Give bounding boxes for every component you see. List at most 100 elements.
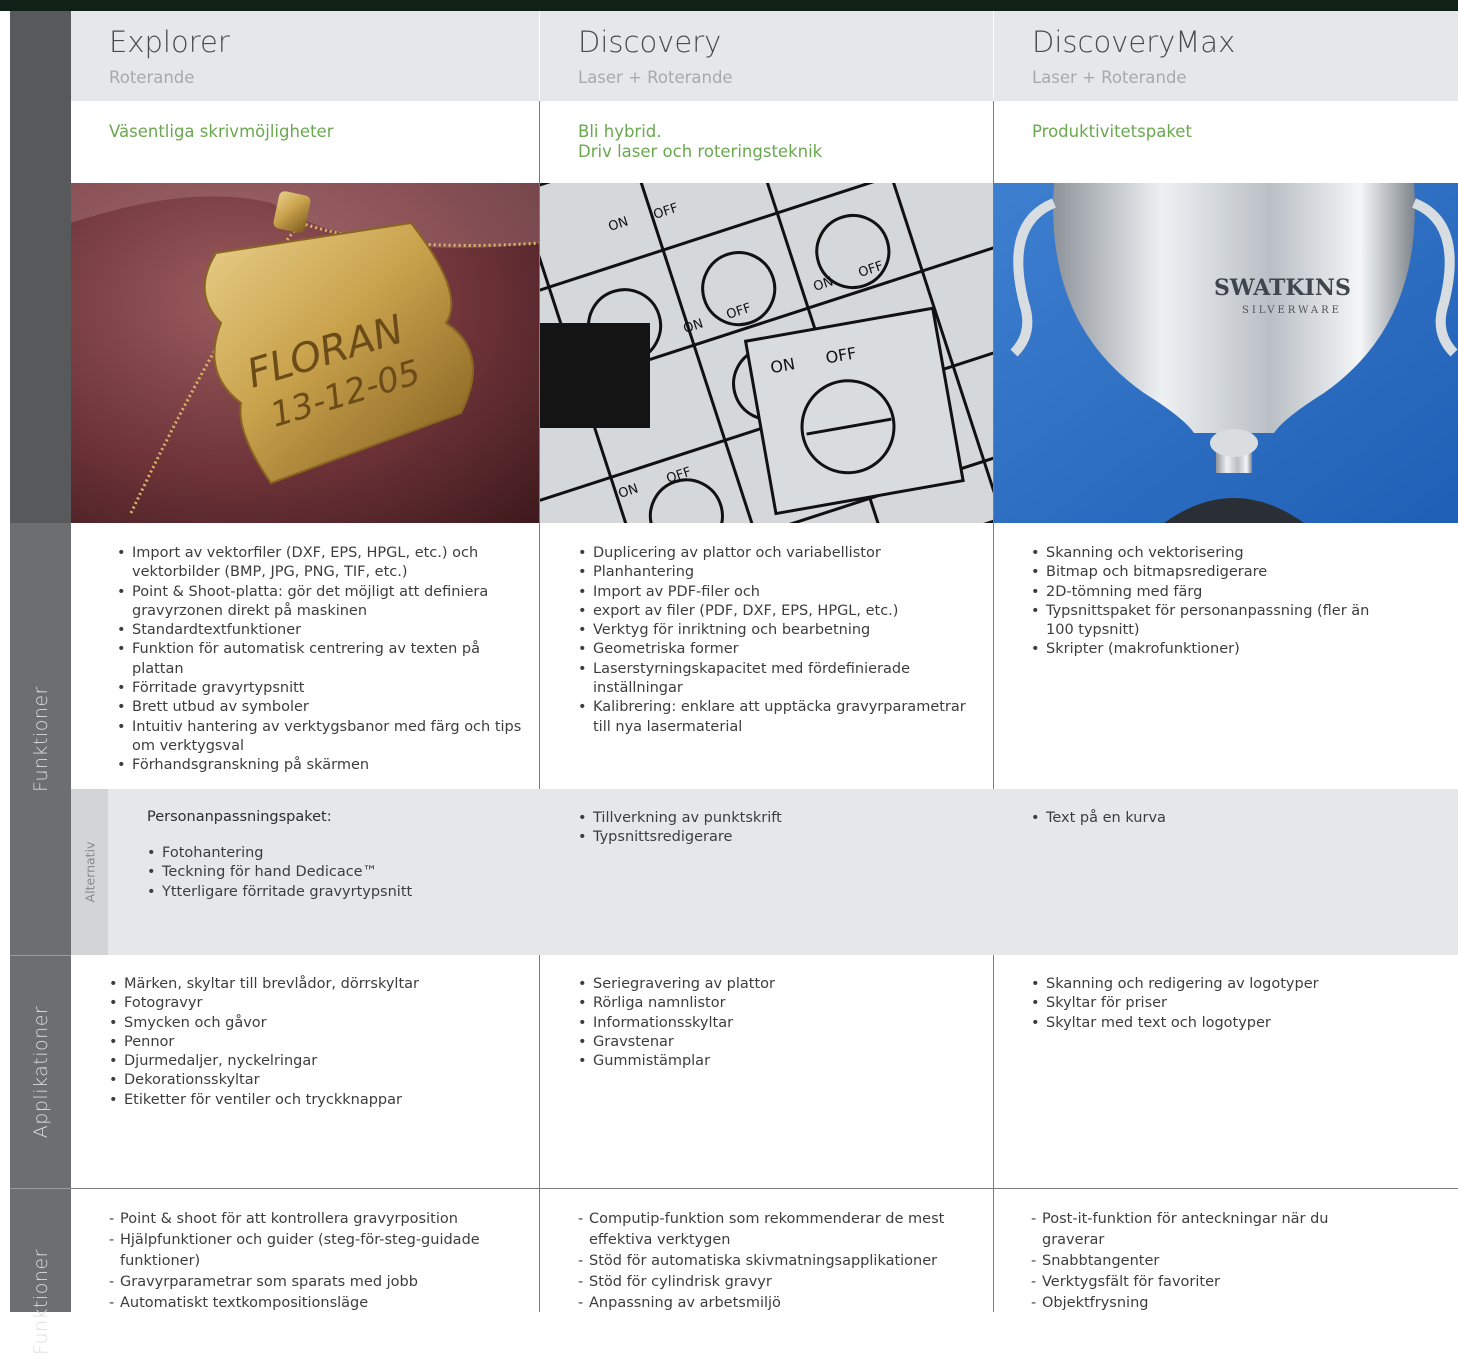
list-item: Kalibrering: enklare att upptäcka gravyr… (578, 698, 973, 737)
product-name: Discovery (578, 25, 722, 59)
list-item: Funktion för automatisk centrering av te… (117, 640, 522, 679)
sidebar-header-block (10, 11, 71, 523)
list-item: Import av PDF-filer och (578, 583, 973, 603)
section-label-bottom: Funktioner (29, 1249, 52, 1355)
list-item: 2D-tömning med färg (1031, 583, 1381, 603)
list-item: Import av vektorfiler (DXF, EPS, HPGL, e… (117, 544, 522, 583)
list-item: Intuitiv hantering av verktygsbanor med … (117, 718, 522, 757)
applications-discoverymax: Skanning och redigering av logotyper Sky… (1031, 975, 1426, 1033)
list-item: Gravstenar (578, 1033, 973, 1053)
list-item: Typsnittsredigerare (578, 828, 973, 848)
product-subtitle: Laser + Roterande (578, 68, 733, 87)
list-item: Tillverkning av punktskrift (578, 809, 973, 829)
gold-tag-illustration: FLORAN 13-12-05 (71, 183, 540, 523)
tagline-line: Driv laser och roteringsteknik (578, 142, 823, 161)
tagline-discovery: Bli hybrid. Driv laser och roteringstekn… (540, 101, 994, 183)
list-item: Verktyg för inriktning och bearbetning (578, 621, 973, 641)
list-item: Skyltar med text och logotyper (1031, 1014, 1426, 1034)
list-item: Objektfrysning (1031, 1293, 1331, 1314)
extras-discovery: Computip-funktion som rekommenderar de m… (578, 1209, 973, 1314)
list-item: Fotogravyr (109, 994, 529, 1014)
list-item: Etiketter för ventiler och tryckknappar (109, 1091, 529, 1111)
list-item: Post-it-funktion för anteckningar när du… (1031, 1209, 1331, 1251)
list-item: Planhantering (578, 563, 973, 583)
list-item: Gravyrparametrar som sparats med jobb (109, 1272, 519, 1293)
sidebar-divider (10, 1188, 71, 1189)
left-margin (0, 11, 10, 1312)
sidebar-section-applikationer: Applikationer (10, 956, 71, 1188)
tagline-text: Bli hybrid. Driv laser och roteringstekn… (578, 122, 822, 162)
header-divider (993, 11, 994, 101)
list-item: Laserstyrningskapacitet med fördefiniera… (578, 660, 973, 699)
sidebar-section-funktioner: Funktioner (10, 523, 71, 955)
list-item: Pennor (109, 1033, 529, 1053)
extras-explorer: Point & shoot för att kontrollera gravyr… (109, 1209, 519, 1314)
options-explorer: Personanpassningspaket: Fotohantering Te… (147, 809, 527, 902)
options-discoverymax: Text på en kurva (1031, 809, 1426, 829)
list-item: Förritade gravyrtypsnitt (117, 679, 522, 699)
tagline-explorer: Väsentliga skrivmöjligheter (71, 101, 540, 183)
list-item: Ytterligare förritade gravyrtypsnitt (147, 883, 527, 903)
trophy-brand-subtext: SILVERWARE (1242, 305, 1342, 316)
list-item: Smycken och gåvor (109, 1014, 529, 1034)
silver-trophy-cup-photo: SWATKINS SILVERWARE (994, 183, 1458, 523)
tagline-text: Produktivitetspaket (1032, 122, 1192, 141)
list-item: Dekorationsskyltar (109, 1071, 529, 1091)
list-item: Stöd för automatiska skivmatningsapplika… (578, 1251, 973, 1272)
column-header-discovery: Discovery Laser + Roterande (540, 11, 994, 101)
section-divider (71, 1188, 1458, 1189)
list-item: Standardtextfunktioner (117, 621, 522, 641)
options-title: Personanpassningspaket: (147, 809, 332, 825)
trophy-illustration: SWATKINS SILVERWARE (994, 183, 1458, 523)
list-item: Point & Shoot-platta: gör det möjligt at… (117, 583, 522, 622)
list-item: Teckning för hand Dedicace™ (147, 863, 527, 883)
column-header-explorer: Explorer Roterande (71, 11, 540, 101)
list-item: Rörliga namnlistor (578, 994, 973, 1014)
list-item: Skripter (makrofunktioner) (1031, 640, 1381, 660)
list-item: Djurmedaljer, nyckelringar (109, 1052, 529, 1072)
column-divider (993, 101, 994, 1312)
list-item: Märken, skyltar till brevlådor, dörrskyl… (109, 975, 529, 995)
list-item: Point & shoot för att kontrollera gravyr… (109, 1209, 519, 1230)
list-item: Geometriska former (578, 640, 973, 660)
sidebar-divider (10, 955, 71, 956)
product-name: Explorer (109, 25, 230, 59)
applications-discovery: Seriegravering av plattor Rörliga namnli… (578, 975, 973, 1072)
list-item: Gummistämplar (578, 1052, 973, 1072)
tagline-discoverymax: Produktivitetspaket (994, 101, 1458, 183)
section-label-applikationer: Applikationer (29, 1005, 52, 1139)
list-item: Duplicering av plattor och variabellisto… (578, 544, 973, 564)
sidebar-section-bottom: Funktioner (10, 1189, 71, 1355)
list-item: Computip-funktion som rekommenderar de m… (578, 1209, 973, 1251)
tagline-text: Väsentliga skrivmöjligheter (109, 122, 334, 141)
on-off-engraved-panel-photo: ON OFF ON OFF ON OFF ON OFF ON OFF (540, 183, 994, 523)
engraved-gold-tag-photo: FLORAN 13-12-05 (71, 183, 540, 523)
list-item: Anpassning av arbetsmiljö (578, 1293, 973, 1314)
features-discoverymax: Skanning och vektorisering Bitmap och bi… (1031, 544, 1381, 660)
applications-explorer: Märken, skyltar till brevlådor, dörrskyl… (109, 975, 529, 1110)
list-item: Snabbtangenter (1031, 1251, 1331, 1272)
features-discovery: Duplicering av plattor och variabellisto… (578, 544, 973, 737)
options-label: Alternativ (82, 841, 97, 903)
list-item: Bitmap och bitmapsredigerare (1031, 563, 1381, 583)
list-item: Verktygsfält för favoriter (1031, 1272, 1331, 1293)
list-item: Brett utbud av symboler (117, 698, 522, 718)
list-item: Skanning och vektorisering (1031, 544, 1381, 564)
list-item: Seriegravering av plattor (578, 975, 973, 995)
list-item: export av filer (PDF, DXF, EPS, HPGL, et… (578, 602, 973, 622)
on-off-panel-illustration: ON OFF ON OFF ON OFF ON OFF ON OFF (540, 183, 994, 523)
list-item: Fotohantering (147, 844, 527, 864)
section-label-funktioner: Funktioner (29, 686, 52, 792)
top-bar (0, 0, 1458, 11)
list-item: Informationsskyltar (578, 1014, 973, 1034)
list-item: Skanning och redigering av logotyper (1031, 975, 1426, 995)
list-item: Text på en kurva (1031, 809, 1426, 829)
list-item: Skyltar för priser (1031, 994, 1426, 1014)
product-subtitle: Roterande (109, 68, 195, 87)
options-label-block: Alternativ (71, 789, 108, 955)
list-item: Typsnittspaket för personanpassning (fle… (1031, 602, 1381, 641)
product-subtitle: Laser + Roterande (1032, 68, 1187, 87)
tagline-line: Bli hybrid. (578, 122, 662, 141)
extras-discoverymax: Post-it-funktion för anteckningar när du… (1031, 1209, 1331, 1314)
header-divider (539, 11, 540, 101)
